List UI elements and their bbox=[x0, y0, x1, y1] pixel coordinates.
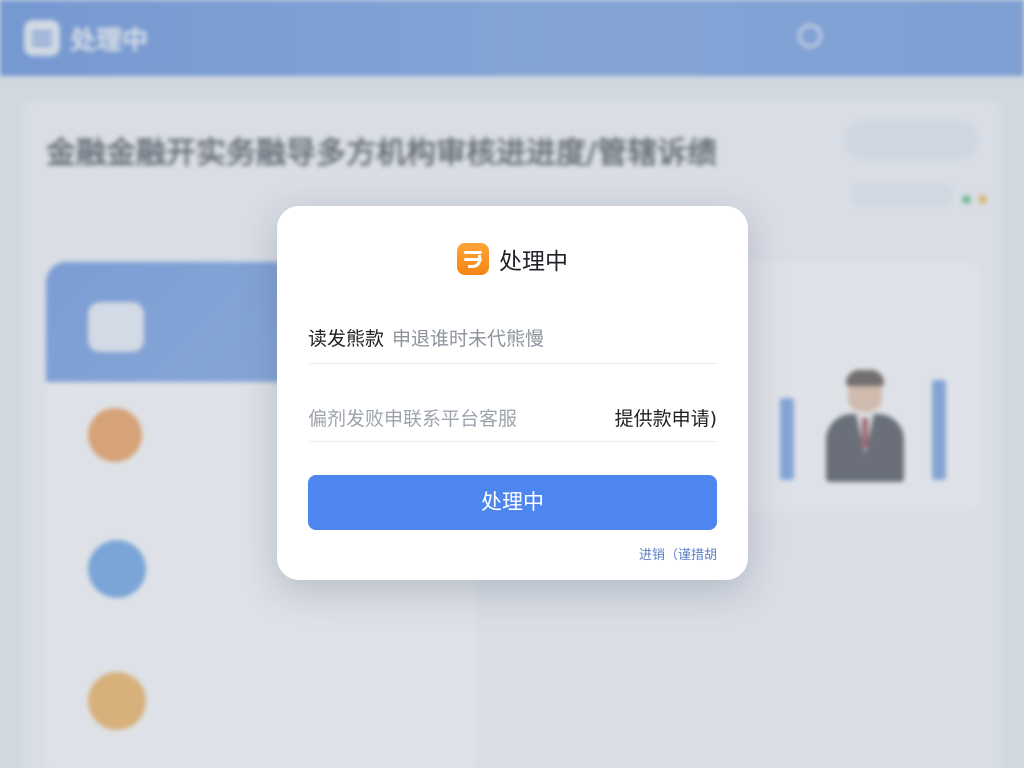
progress-link[interactable]: 进销（谨措胡 bbox=[639, 544, 717, 563]
status-value: 申退谁时未代熊慢 bbox=[392, 328, 545, 350]
contact-row[interactable]: 偏剂发败申联系平台客服 提供款申请) bbox=[308, 394, 717, 442]
dialog-header: 处理中 bbox=[457, 242, 568, 276]
dialog-title: 处理中 bbox=[499, 249, 568, 275]
contact-hint: 偏剂发败申联系平台客服 bbox=[308, 408, 518, 430]
processing-dialog: 处理中 读发熊款 申退谁时未代熊慢 偏剂发败申联系平台客服 提供款申请) 处理中… bbox=[277, 206, 748, 580]
app-logo-icon bbox=[457, 243, 489, 275]
processing-button[interactable]: 处理中 bbox=[308, 475, 717, 530]
status-label: 读发熊款 bbox=[308, 328, 385, 350]
provide-application-link[interactable]: 提供款申请) bbox=[615, 404, 717, 431]
status-row: 读发熊款 申退谁时未代熊慢 bbox=[308, 314, 717, 364]
